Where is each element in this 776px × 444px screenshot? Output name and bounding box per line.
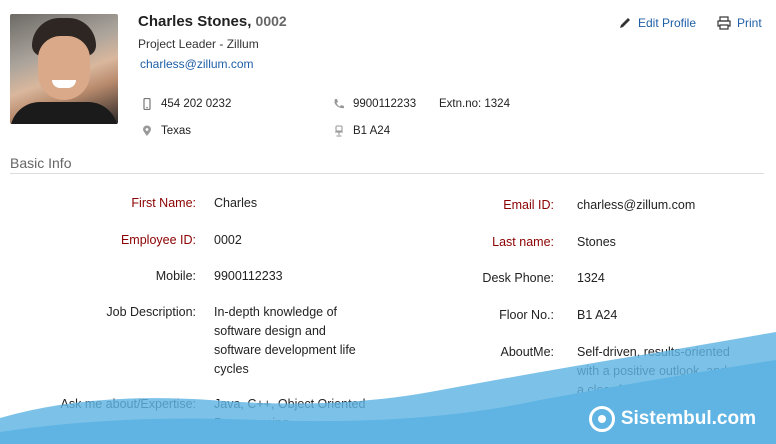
employee-id: 0002	[255, 13, 287, 29]
telephone-icon	[334, 99, 344, 109]
contact-phone-value: 9900112233	[353, 98, 417, 110]
employee-id-label: Employee ID:	[120, 233, 196, 247]
desk-phone-label: Desk Phone:	[482, 271, 554, 285]
watermark-brand: Sistembul.com	[588, 406, 756, 432]
contact-mobile-value: 454 202 0232	[161, 98, 232, 110]
email-id-value: charless@zillum.com	[577, 198, 696, 212]
contact-mobile: 454 202 0232	[141, 98, 231, 110]
edit-profile-button[interactable]: Edit Profile	[618, 16, 696, 30]
last-name-label: Last name:	[492, 235, 554, 249]
edit-profile-label: Edit Profile	[638, 16, 697, 30]
print-button[interactable]: Print	[717, 16, 762, 30]
print-label: Print	[737, 16, 762, 30]
contact-seat-value: B1 A24	[353, 125, 391, 137]
first-name-label: First Name:	[131, 196, 196, 210]
contact-location: Texas	[141, 125, 191, 137]
mobile-label: Mobile:	[155, 269, 196, 283]
employee-id-value: 0002	[214, 233, 242, 247]
printer-icon	[717, 16, 731, 30]
employee-name-heading: Charles Stones, 0002	[138, 13, 287, 30]
email-id-label: Email ID:	[503, 198, 554, 212]
location-pin-icon	[143, 125, 151, 136]
contact-phone: 9900112233	[333, 98, 416, 110]
watermark-text: Sistembul.com	[620, 408, 756, 429]
expertise-value: Java, C++, Object Oriented Programming	[214, 397, 366, 430]
mobile-value: 9900112233	[214, 269, 283, 283]
contact-extension: Extn.no: 1324	[439, 98, 510, 110]
mobile-phone-icon	[143, 98, 151, 110]
job-description-value: In-depth knowledge of software design an…	[214, 305, 356, 376]
desk-phone-value: 1324	[577, 271, 605, 285]
job-description-label: Job Description:	[106, 305, 196, 319]
watermark-logo-icon	[588, 406, 615, 432]
basic-info-title: Basic Info	[10, 155, 72, 171]
contact-seat: B1 A24	[333, 125, 390, 137]
about-me-label: AboutMe:	[500, 345, 554, 359]
employee-name: Charles Stones,	[138, 13, 252, 30]
seat-icon	[335, 125, 343, 137]
floor-no-value: B1 A24	[577, 308, 618, 322]
contact-extension-value: Extn.no: 1324	[439, 98, 510, 110]
expertise-label: Ask me about/Expertise:	[60, 397, 196, 411]
pencil-icon	[620, 18, 630, 28]
section-divider	[10, 173, 764, 174]
contact-location-value: Texas	[161, 125, 192, 137]
last-name-value: Stones	[577, 235, 616, 249]
employee-role: Project Leader - Zillum	[138, 37, 259, 51]
first-name-value: Charles	[214, 196, 258, 210]
employee-email-link[interactable]: charless@zillum.com	[140, 57, 254, 71]
floor-no-label: Floor No.:	[499, 308, 554, 322]
profile-photo	[10, 14, 118, 124]
